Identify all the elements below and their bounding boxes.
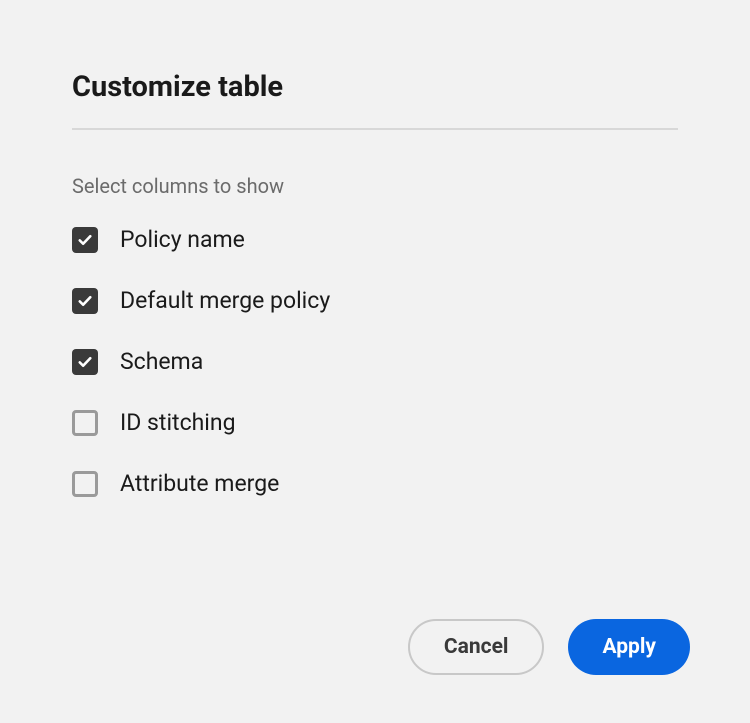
checkbox-row-policy-name[interactable]: Policy name	[72, 226, 678, 253]
dialog-title: Customize table	[72, 70, 678, 104]
cancel-button[interactable]: Cancel	[408, 619, 545, 675]
button-row: Cancel Apply	[408, 619, 690, 675]
checkmark-icon	[76, 292, 94, 310]
divider	[72, 128, 678, 130]
checkbox-label: Schema	[120, 348, 203, 375]
checkbox-label: Policy name	[120, 226, 245, 253]
checkbox-label: ID stitching	[120, 409, 235, 436]
checkbox-row-id-stitching[interactable]: ID stitching	[72, 409, 678, 436]
checkbox-row-schema[interactable]: Schema	[72, 348, 678, 375]
checkbox-policy-name[interactable]	[72, 227, 98, 253]
checkbox-label: Default merge policy	[120, 287, 330, 314]
apply-button[interactable]: Apply	[568, 619, 690, 675]
checkbox-default-merge-policy[interactable]	[72, 288, 98, 314]
checkbox-attribute-merge[interactable]	[72, 471, 98, 497]
subtitle: Select columns to show	[72, 174, 678, 198]
checkbox-row-default-merge-policy[interactable]: Default merge policy	[72, 287, 678, 314]
checkbox-list: Policy name Default merge policy Schema …	[72, 226, 678, 497]
checkmark-icon	[76, 231, 94, 249]
checkbox-schema[interactable]	[72, 349, 98, 375]
checkbox-label: Attribute merge	[120, 470, 279, 497]
checkbox-id-stitching[interactable]	[72, 410, 98, 436]
checkmark-icon	[76, 353, 94, 371]
checkbox-row-attribute-merge[interactable]: Attribute merge	[72, 470, 678, 497]
